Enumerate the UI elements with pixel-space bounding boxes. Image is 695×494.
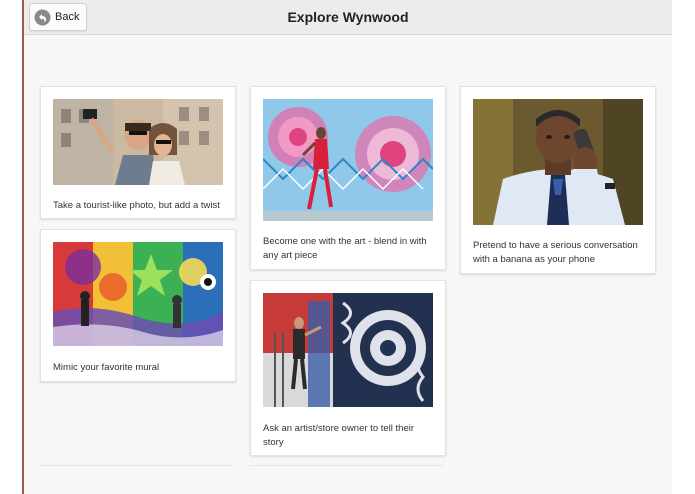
woman-blending-into-art-image bbox=[263, 99, 433, 221]
back-button[interactable]: Back bbox=[29, 3, 87, 31]
card-caption: Pretend to have a serious conversation w… bbox=[473, 240, 638, 265]
top-bar: Explore Wynwood Back bbox=[24, 0, 672, 35]
challenge-card-blend-art[interactable]: Become one with the art - blend in with … bbox=[250, 86, 446, 270]
back-button-label: Back bbox=[55, 11, 80, 23]
challenge-card-artist-story[interactable]: Ask an artist/store owner to tell their … bbox=[250, 280, 446, 456]
next-card-edge bbox=[40, 465, 234, 466]
card-caption: Mimic your favorite mural bbox=[53, 362, 160, 373]
app-window: Explore Wynwood Back Take a tourist-like… bbox=[24, 0, 672, 494]
card-caption: Take a tourist-like photo, but add a twi… bbox=[53, 200, 220, 211]
challenge-card-banana-phone[interactable]: Pretend to have a serious conversation w… bbox=[460, 86, 656, 274]
back-arrow-icon bbox=[34, 9, 51, 26]
card-caption: Become one with the art - blend in with … bbox=[263, 236, 427, 261]
challenge-card-tourist-photo[interactable]: Take a tourist-like photo, but add a twi… bbox=[40, 86, 236, 219]
card-caption: Ask an artist/store owner to tell their … bbox=[263, 423, 415, 448]
tourists-selfie-image bbox=[53, 99, 223, 185]
artist-painting-mural-image bbox=[263, 293, 433, 407]
challenge-card-mural[interactable]: Mimic your favorite mural bbox=[40, 229, 236, 382]
next-card-edge bbox=[250, 465, 444, 466]
colorful-mural-image bbox=[53, 242, 223, 346]
page-title: Explore Wynwood bbox=[287, 9, 409, 25]
man-on-phone-call-image bbox=[473, 99, 643, 225]
